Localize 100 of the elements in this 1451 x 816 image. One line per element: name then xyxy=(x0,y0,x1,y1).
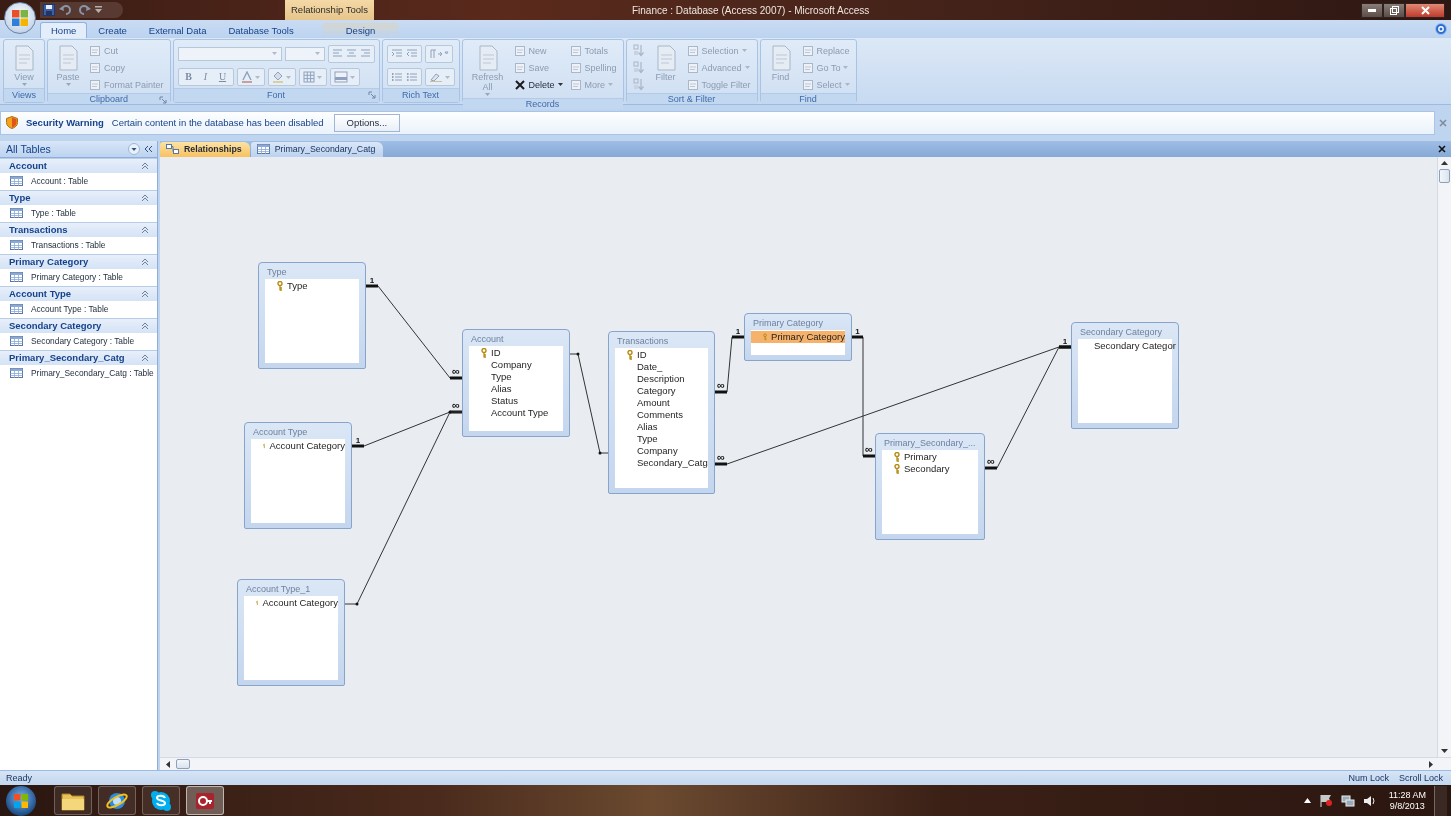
options-button[interactable]: Options... xyxy=(333,113,401,132)
taskbar-app[interactable] xyxy=(54,786,92,815)
group-header[interactable]: Secondary Category xyxy=(0,317,157,333)
dropdown-arrow-icon xyxy=(314,52,320,56)
group-header[interactable]: Type xyxy=(0,189,157,205)
ribbon-tab[interactable]: Create xyxy=(87,21,138,38)
group-header[interactable]: Primary Category xyxy=(0,253,157,269)
warning-title: Security Warning xyxy=(26,117,104,129)
close-icon[interactable] xyxy=(1438,144,1446,153)
navigation-item[interactable]: Primary Category : Table xyxy=(0,268,157,286)
field-row[interactable]: Account Category xyxy=(244,596,338,609)
ribbon-tab[interactable]: Design xyxy=(322,21,399,38)
document-tab[interactable]: Primary_Secondary_Catg xyxy=(250,141,384,157)
field-row[interactable]: Primary xyxy=(882,450,978,463)
table-window[interactable]: Type Type xyxy=(258,261,366,369)
group-header[interactable]: Transactions xyxy=(0,221,157,237)
navigation-item[interactable]: Account : Table xyxy=(0,172,157,190)
field-row[interactable]: Alias xyxy=(615,420,708,433)
font-color-button[interactable] xyxy=(236,67,265,86)
customize-arrow-icon[interactable] xyxy=(95,6,102,14)
field-row[interactable]: Primary Category xyxy=(751,330,845,343)
start-button[interactable] xyxy=(6,785,36,816)
table-window[interactable]: Account Type Account Category xyxy=(244,421,352,529)
show-hidden-icons-icon[interactable] xyxy=(1303,798,1311,803)
field-row[interactable]: Company xyxy=(615,444,708,457)
restore-button[interactable] xyxy=(1383,2,1405,18)
collapse-chevron-icon xyxy=(141,193,149,202)
field-row[interactable]: Type xyxy=(265,279,359,292)
field-row[interactable]: ID xyxy=(615,348,708,361)
table-icon xyxy=(10,304,23,315)
navigation-item[interactable]: Secondary Category : Table xyxy=(0,332,157,350)
flag-icon[interactable] xyxy=(1318,794,1333,807)
redo-icon[interactable] xyxy=(77,4,91,16)
field-row[interactable]: Secondary xyxy=(882,462,978,475)
field-row[interactable]: Comments xyxy=(615,408,708,421)
field-row[interactable]: Alias xyxy=(469,382,563,395)
show-desktop-button[interactable] xyxy=(1434,785,1447,816)
help-icon[interactable] xyxy=(1435,23,1447,35)
status-indicator: Scroll Lock xyxy=(1399,773,1443,784)
undo-icon[interactable] xyxy=(59,4,73,16)
fill-color-button[interactable] xyxy=(267,67,296,86)
cloud-icon xyxy=(150,789,172,812)
ribbon-tab[interactable]: Database Tools xyxy=(217,21,305,38)
scroll-up-icon xyxy=(1441,160,1448,165)
taskbar-app[interactable] xyxy=(186,786,224,815)
network-icon[interactable] xyxy=(1340,794,1355,807)
taskbar-app[interactable] xyxy=(142,786,180,815)
field-row[interactable]: Account Category xyxy=(251,439,345,452)
dialog-launcher-icon[interactable] xyxy=(158,95,167,104)
horizontal-scrollbar[interactable] xyxy=(160,757,1451,771)
ribbon-tab[interactable]: Home xyxy=(40,21,88,38)
field-row[interactable]: Status xyxy=(469,394,563,407)
minimize-button[interactable] xyxy=(1361,2,1383,18)
table-window[interactable]: Account ID Company Type Alias Status Account Type xyxy=(462,328,570,437)
table-window[interactable]: Secondary Category Secondary Categor xyxy=(1071,321,1179,429)
ribbon-tab[interactable]: External Data xyxy=(137,21,218,38)
field-row[interactable]: ID xyxy=(469,346,563,359)
navigation-item[interactable]: Account Type : Table xyxy=(0,300,157,318)
navigation-item[interactable]: Transactions : Table xyxy=(0,236,157,254)
field-row[interactable]: Date_ xyxy=(615,360,708,373)
field-row[interactable]: Type xyxy=(469,370,563,383)
office-button[interactable] xyxy=(4,2,36,34)
alternate-fill-button[interactable] xyxy=(329,67,360,86)
field-row[interactable]: Account Type xyxy=(469,406,563,419)
table-window[interactable]: Transactions ID Date_ Description Category Amount Comments Alias Type Company Secondary_Catg xyxy=(608,330,715,494)
scroll-thumb[interactable] xyxy=(1439,168,1450,183)
document-tab[interactable]: Relationships xyxy=(160,141,250,157)
table-window[interactable]: Primary Category Primary Category xyxy=(744,312,852,361)
font-color-icon xyxy=(240,70,261,83)
shutter-chevron-icon[interactable] xyxy=(144,144,153,153)
field-row[interactable]: Type xyxy=(615,432,708,445)
gridlines-button[interactable] xyxy=(298,67,327,86)
key-icon xyxy=(277,280,283,291)
field-row[interactable]: Secondary_Catg xyxy=(615,456,708,469)
group-header[interactable]: Primary_Secondary_Catg xyxy=(0,349,157,365)
page-icon xyxy=(686,78,699,91)
table-icon xyxy=(10,208,23,219)
clock-time: 11:28 AM xyxy=(1388,789,1426,801)
navigation-item[interactable]: Primary_Secondary_Catg : Table xyxy=(0,364,157,382)
field-row[interactable]: Description xyxy=(615,372,708,385)
command-button[interactable]: Delete xyxy=(511,76,565,93)
group-name: Account Type xyxy=(9,288,72,300)
field-row[interactable]: Amount xyxy=(615,396,708,409)
table-window[interactable]: Primary_Secondary_... Primary Secondary xyxy=(875,432,985,540)
dialog-launcher-icon[interactable] xyxy=(367,90,376,99)
fill-bucket-icon xyxy=(271,70,292,83)
table-window[interactable]: Account Type_1 Account Category xyxy=(237,578,345,686)
field-row[interactable]: Company xyxy=(469,358,563,371)
vertical-scrollbar[interactable] xyxy=(1437,156,1451,758)
navigation-item[interactable]: Type : Table xyxy=(0,204,157,222)
speaker-icon[interactable] xyxy=(1362,794,1377,807)
scroll-thumb[interactable] xyxy=(176,759,190,770)
close-button[interactable] xyxy=(1405,2,1445,18)
table-icon xyxy=(10,336,23,347)
group-header[interactable]: Account Type xyxy=(0,285,157,301)
taskbar-app[interactable] xyxy=(98,786,136,815)
dropdown-arrow-icon xyxy=(744,66,750,70)
navigation-pane-header[interactable]: All Tables xyxy=(0,140,157,158)
save-icon[interactable] xyxy=(43,4,55,16)
field-row[interactable]: Category xyxy=(615,384,708,397)
